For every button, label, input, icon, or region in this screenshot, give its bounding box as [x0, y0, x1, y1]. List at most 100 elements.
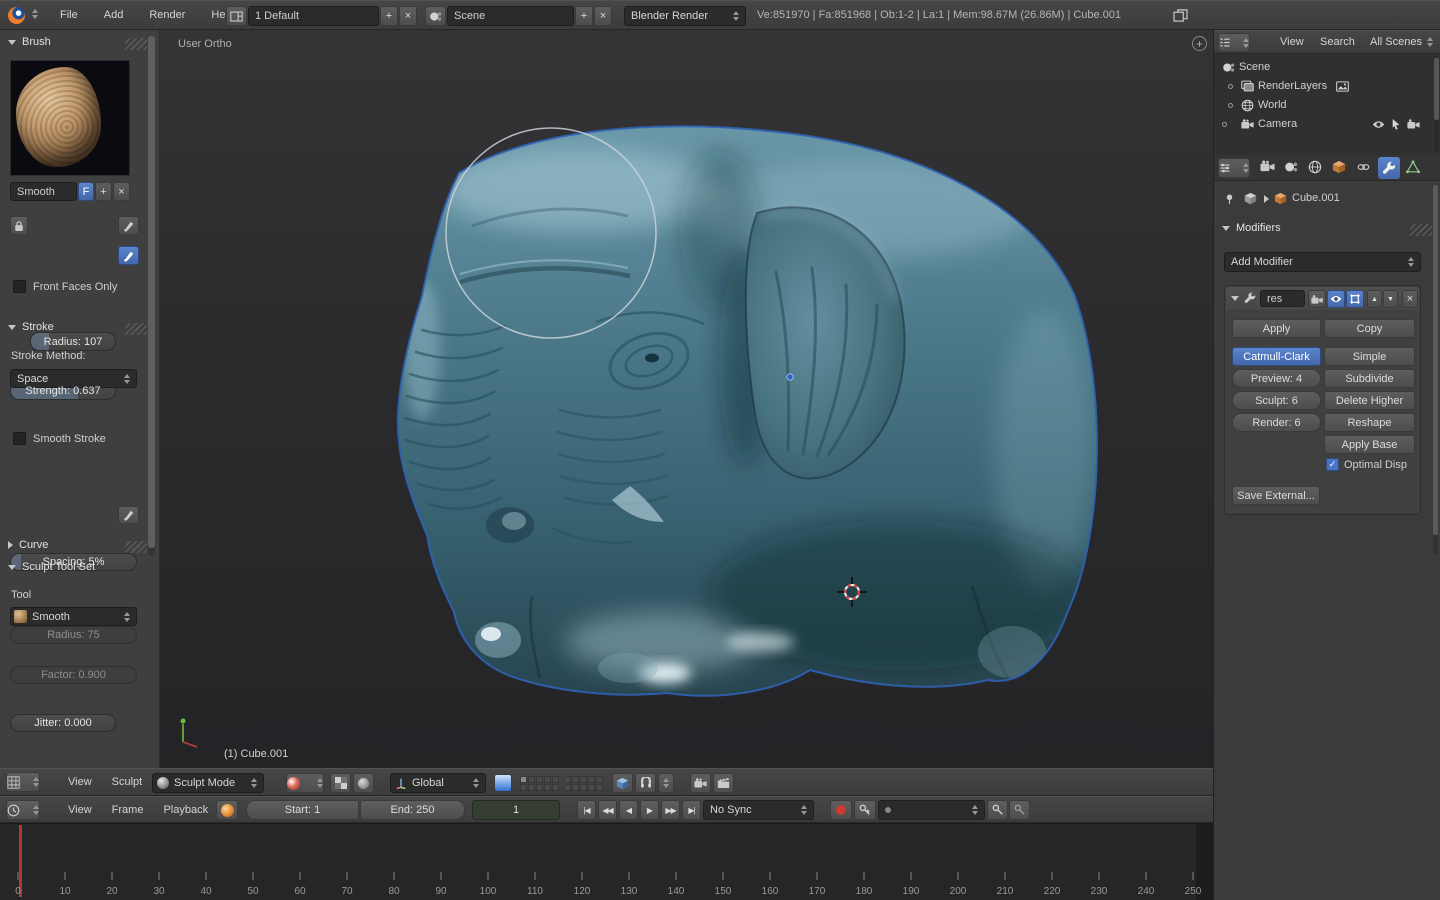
viewport-3d[interactable]: User Ortho + (1) Cube.001: [160, 30, 1213, 768]
hierarchy-dot-icon[interactable]: [1228, 84, 1233, 89]
render-opengl-anim-button[interactable]: [713, 773, 734, 793]
playback-button[interactable]: ▶|: [682, 800, 701, 820]
sync-dropdown[interactable]: No Sync: [703, 800, 814, 820]
modifiers-panel-header[interactable]: Modifiers: [1222, 222, 1281, 234]
screen-layout-name-field[interactable]: 1 Default: [248, 6, 379, 26]
screen-layout-add-button[interactable]: +: [380, 6, 398, 26]
editor-type-button[interactable]: [6, 772, 40, 792]
render-engine-dropdown[interactable]: Blender Render: [624, 6, 746, 26]
layers-group-1[interactable]: [520, 776, 559, 791]
brush-fake-user-button[interactable]: F: [78, 182, 94, 201]
frame-end-field[interactable]: End: 250: [360, 800, 465, 820]
auto-key-mode-button[interactable]: [854, 800, 876, 820]
brush-unlink-button[interactable]: ×: [113, 182, 130, 201]
timeline-menu-item[interactable]: Frame: [110, 804, 146, 816]
viewport-shading-button[interactable]: [286, 773, 324, 793]
scene-browse-button[interactable]: [425, 6, 446, 26]
layers-widget[interactable]: [520, 776, 603, 791]
insert-keyframe-button[interactable]: [987, 800, 1008, 820]
scene-add-button[interactable]: +: [575, 6, 593, 26]
brush-add-button[interactable]: +: [95, 182, 112, 201]
pin-icon[interactable]: [1224, 193, 1235, 205]
timeline-menu-item[interactable]: Playback: [161, 804, 210, 816]
playback-button[interactable]: ▶: [640, 800, 659, 820]
topbar-menu-item[interactable]: Add: [102, 9, 126, 21]
reshape-button[interactable]: Reshape: [1324, 413, 1415, 432]
brush-preview[interactable]: [10, 60, 130, 176]
topbar-menu-item[interactable]: Render: [147, 9, 187, 21]
subdivision-type-simple-button[interactable]: Simple: [1324, 347, 1415, 366]
outliner-item-label[interactable]: World: [1258, 99, 1287, 111]
tab-world[interactable]: [1308, 160, 1322, 174]
snap-element-dropdown[interactable]: [658, 773, 674, 793]
outliner-item-label[interactable]: Camera: [1258, 118, 1297, 130]
sculpt-level-field[interactable]: Sculpt: 6: [1232, 391, 1321, 410]
render-opengl-button[interactable]: [690, 773, 711, 793]
snap-toggle-button[interactable]: [635, 773, 656, 793]
blender-logo-icon[interactable]: [8, 7, 25, 24]
playback-button[interactable]: |◀: [577, 800, 596, 820]
scene-delete-button[interactable]: ×: [594, 6, 612, 26]
smooth-stroke-factor-slider[interactable]: Factor: 0.900: [10, 666, 137, 684]
save-external-button[interactable]: Save External...: [1232, 486, 1320, 505]
smooth-stroke-radius-slider[interactable]: Radius: 75: [10, 626, 137, 644]
jitter-slider[interactable]: Jitter: 0.000: [10, 714, 116, 732]
modifier-move-up-button[interactable]: ▲: [1367, 290, 1382, 308]
add-modifier-dropdown[interactable]: Add Modifier: [1224, 252, 1421, 272]
tab-render[interactable]: [1260, 160, 1275, 172]
screen-layout-browse-button[interactable]: [226, 6, 247, 26]
outliner-item-label[interactable]: Scene: [1239, 61, 1270, 73]
playback-button[interactable]: ◀: [619, 800, 638, 820]
brush-strength-slider[interactable]: Strength: 0.637: [10, 381, 116, 400]
outliner-row-camera[interactable]: Camera: [1214, 115, 1434, 134]
keying-set-dropdown[interactable]: [878, 800, 985, 820]
brush-radius-slider[interactable]: Radius: 107: [30, 332, 116, 351]
browse-cube-icon[interactable]: [1244, 192, 1257, 205]
current-frame-field[interactable]: 1: [472, 800, 560, 820]
hierarchy-dot-icon[interactable]: [1222, 122, 1227, 127]
texture-toggle-button[interactable]: [330, 773, 351, 793]
tab-scene[interactable]: [1284, 160, 1298, 174]
toolshelf-scrollbar-thumb[interactable]: [148, 36, 155, 548]
tab-modifiers-active[interactable]: [1378, 157, 1400, 179]
tab-object-data[interactable]: [1406, 160, 1420, 174]
frame-start-field[interactable]: Start: 1: [246, 800, 359, 820]
outliner-row-scene[interactable]: Scene: [1214, 58, 1434, 77]
manipulator-toggle-icon[interactable]: [494, 774, 512, 792]
modifier-viewport-toggle[interactable]: [1327, 290, 1345, 308]
tab-constraints[interactable]: [1356, 161, 1371, 173]
playback-button[interactable]: ▶▶: [661, 800, 680, 820]
pivot-center-button[interactable]: [353, 773, 374, 793]
hierarchy-dot-icon[interactable]: [1228, 103, 1233, 108]
outliner-row-world[interactable]: World: [1214, 96, 1434, 115]
apply-base-button[interactable]: Apply Base: [1324, 435, 1415, 454]
outliner-view-menu[interactable]: View: [1278, 31, 1306, 53]
timeline-menu-item[interactable]: View: [66, 804, 94, 816]
outliner-item-label[interactable]: RenderLayers: [1258, 80, 1327, 92]
image-icon[interactable]: [1336, 81, 1349, 92]
brush-name-field[interactable]: Smooth: [10, 182, 77, 201]
view3d-menu-item[interactable]: Sculpt: [110, 776, 145, 788]
sculpt-object-elephant[interactable]: [398, 126, 1097, 695]
subdivision-type-catmull-clark-button[interactable]: Catmull-Clark: [1232, 347, 1321, 366]
front-faces-only-checkbox[interactable]: [13, 280, 26, 293]
visibility-eye-icon[interactable]: [1372, 120, 1385, 129]
modifier-apply-button[interactable]: Apply: [1232, 319, 1321, 338]
subdivide-button[interactable]: Subdivide: [1324, 369, 1415, 388]
modifier-move-down-button[interactable]: ▼: [1383, 290, 1398, 308]
curve-panel-header[interactable]: Curve: [8, 539, 48, 551]
brush-panel-header[interactable]: Brush: [8, 36, 51, 48]
properties-scrollbar-thumb[interactable]: [1433, 185, 1438, 535]
delete-keyframe-button[interactable]: [1009, 800, 1030, 820]
smooth-stroke-checkbox[interactable]: [13, 432, 26, 445]
radius-pressure-button[interactable]: [118, 216, 139, 235]
properties-editor-type-button[interactable]: [1218, 158, 1250, 178]
modifier-copy-button[interactable]: Copy: [1324, 319, 1415, 338]
preview-level-field[interactable]: Preview: 4: [1232, 369, 1321, 388]
timeline-editor-type-button[interactable]: [6, 800, 40, 820]
optimal-display-checkbox[interactable]: ✓: [1326, 458, 1339, 471]
renderability-camera-icon[interactable]: [1407, 119, 1420, 129]
modifier-header[interactable]: res ▲ ▼ ×: [1226, 287, 1419, 310]
modifier-render-toggle[interactable]: [1308, 290, 1326, 308]
window-duplicate-icon[interactable]: [1173, 9, 1188, 22]
